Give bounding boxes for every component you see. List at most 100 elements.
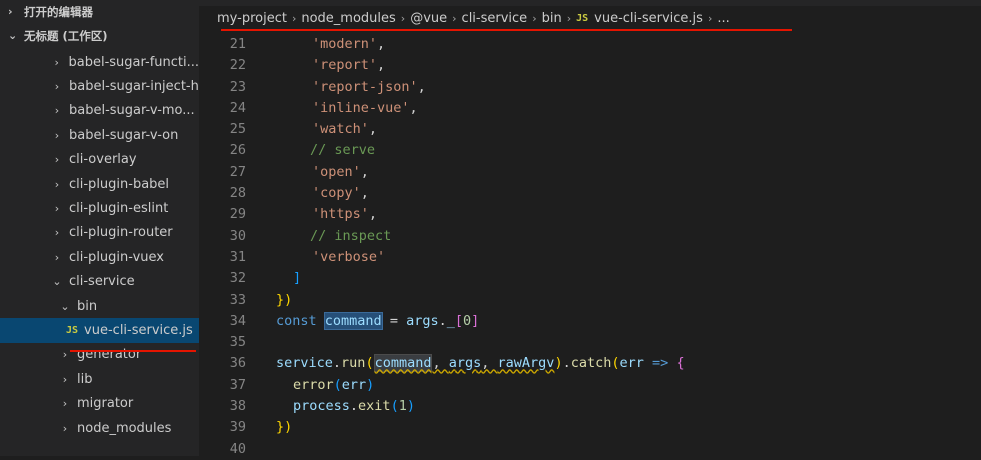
- code-line[interactable]: 24 'inline-vue',: [199, 98, 981, 119]
- code-line[interactable]: 34 const command = args._[0]: [199, 311, 981, 332]
- code-text: 'copy',: [312, 185, 369, 202]
- tree-folder-item[interactable]: ⌄ bin: [0, 294, 199, 318]
- selected-file-underline: [70, 350, 196, 352]
- tree-item-label: babel-sugar-functi...: [68, 54, 199, 70]
- tree-folder-item[interactable]: › migrator: [0, 391, 199, 415]
- tree-folder-item[interactable]: › babel-sugar-inject-h: [0, 74, 199, 98]
- tree-folder-item[interactable]: › cli-overlay: [0, 148, 199, 172]
- tree-folder-item[interactable]: › generator: [0, 343, 199, 367]
- tree-item-label: cli-service: [69, 274, 135, 290]
- code-line[interactable]: 36 service.run(command, args, rawArgv).ca…: [199, 353, 981, 374]
- line-number: 29: [229, 206, 246, 223]
- chevron-down-icon: ⌄: [52, 275, 62, 289]
- line-number: 21: [229, 36, 246, 52]
- chevron-right-icon: ›: [54, 177, 60, 191]
- line-number: 30: [229, 227, 246, 244]
- code-line[interactable]: 33}): [199, 290, 981, 311]
- chevron-right-icon: ›: [62, 397, 68, 411]
- chevron-right-icon: ›: [54, 153, 60, 167]
- code-text: 'open',: [312, 163, 369, 180]
- chevron-right-icon: ›: [54, 128, 60, 142]
- code-line[interactable]: 28 'copy',: [199, 183, 981, 204]
- tree-file-item[interactable]: JS vue-cli-service.js: [0, 318, 199, 343]
- line-number: 26: [229, 142, 246, 159]
- tree-folder-item[interactable]: › cli-plugin-router: [0, 221, 199, 245]
- chevron-right-icon: ›: [54, 80, 60, 94]
- code-text: 'modern',: [312, 36, 386, 52]
- code-text: error(err): [293, 376, 375, 393]
- tree-folder-item[interactable]: › babel-sugar-v-mo...: [0, 99, 199, 123]
- breadcrumb-underline: [221, 29, 792, 31]
- code-text: // serve: [310, 142, 376, 159]
- code-editor[interactable]: my-project › node_modules › @vue › cli-s…: [199, 0, 981, 457]
- explorer-sidebar: › 打开的编辑器 ⌄ 无标题 (工作区) › babel-sugar-functi…: [0, 0, 199, 456]
- tree-folder-item[interactable]: › node_modules: [0, 416, 199, 440]
- code-line[interactable]: 39}): [199, 417, 981, 438]
- code-line[interactable]: 22 'report',: [199, 55, 981, 76]
- code-text: 'inline-vue',: [312, 99, 418, 116]
- code-text: 'https',: [312, 206, 378, 223]
- code-text: ]: [293, 270, 302, 287]
- tree-item-label: lib: [77, 371, 93, 387]
- code-text: 'verbose': [312, 248, 386, 265]
- line-number: 38: [229, 398, 246, 415]
- line-number: 33: [229, 291, 246, 308]
- code-area[interactable]: 21 'modern', 22 'report', 23 'report-json', 24…: [199, 34, 981, 460]
- code-line[interactable]: 37 error(err): [199, 375, 981, 396]
- line-number: 23: [229, 78, 246, 95]
- chevron-right-icon: ›: [54, 250, 60, 264]
- workspace-header[interactable]: ⌄ 无标题 (工作区): [0, 24, 199, 48]
- chevron-right-icon: ›: [62, 372, 68, 386]
- chevron-right-icon: ›: [8, 5, 13, 18]
- code-text: service.run(command, args, rawArgv).catc…: [276, 354, 685, 373]
- line-number: 37: [229, 376, 246, 393]
- tree-item-label: cli-plugin-vuex: [69, 249, 165, 265]
- line-number: 22: [229, 57, 246, 74]
- tree-folder-item[interactable]: › babel-sugar-functi...: [0, 50, 199, 74]
- code-line[interactable]: 35: [199, 332, 981, 353]
- chevron-down-icon: ⌄: [60, 299, 70, 313]
- chevron-right-icon: ›: [54, 104, 60, 118]
- code-text: }): [276, 291, 293, 308]
- code-line[interactable]: 26 // serve: [199, 140, 981, 161]
- code-line[interactable]: 30 // inspect: [199, 226, 981, 247]
- line-number: 40: [229, 440, 246, 457]
- tree-folder-item[interactable]: › cli-plugin-babel: [0, 172, 199, 196]
- line-number: 36: [229, 355, 246, 372]
- code-line[interactable]: 23 'report-json',: [199, 77, 981, 98]
- code-line[interactable]: 38 process.exit(1): [199, 396, 981, 417]
- code-line[interactable]: 40: [199, 439, 981, 460]
- open-editors-header[interactable]: › 打开的编辑器: [0, 0, 199, 24]
- code-text: 'report',: [312, 57, 386, 74]
- tree-folder-item[interactable]: › cli-plugin-vuex: [0, 245, 199, 269]
- line-number: 32: [229, 270, 246, 287]
- tree-item-label: cli-plugin-router: [69, 225, 173, 241]
- tree-item-label: babel-sugar-inject-h: [69, 79, 199, 95]
- tree-folder-item[interactable]: › babel-sugar-v-on: [0, 123, 199, 147]
- code-text: const command = args._[0]: [276, 311, 480, 330]
- tree-item-label: cli-plugin-eslint: [69, 201, 169, 217]
- code-text: 'report-json',: [312, 78, 426, 95]
- tree-item-label: vue-cli-service.js: [84, 322, 193, 338]
- code-line[interactable]: 25 'watch',: [199, 119, 981, 140]
- tree-folder-item[interactable]: › cli-plugin-eslint: [0, 196, 199, 220]
- code-line[interactable]: 31 'verbose': [199, 247, 981, 268]
- chevron-right-icon: ›: [54, 202, 60, 216]
- code-line[interactable]: 29 'https',: [199, 204, 981, 225]
- code-text: }): [276, 419, 293, 436]
- tree-item-label: node_modules: [77, 420, 172, 436]
- tree-folder-item[interactable]: ⌄ cli-service: [0, 270, 199, 294]
- tree-item-label: bin: [77, 298, 98, 314]
- tree-item-label: cli-plugin-babel: [69, 176, 170, 192]
- line-number: 24: [229, 99, 246, 116]
- chevron-right-icon: ›: [54, 55, 59, 69]
- tree-folder-item[interactable]: › lib: [0, 367, 199, 391]
- code-line[interactable]: 27 'open',: [199, 162, 981, 183]
- file-tree: › babel-sugar-functi... › babel-sugar-injec…: [0, 50, 199, 440]
- chevron-right-icon: ›: [62, 421, 68, 435]
- js-file-icon: JS: [66, 324, 79, 336]
- code-line[interactable]: 32]: [199, 268, 981, 289]
- code-text: 'watch',: [312, 121, 378, 138]
- code-line[interactable]: 21 'modern',: [199, 34, 981, 55]
